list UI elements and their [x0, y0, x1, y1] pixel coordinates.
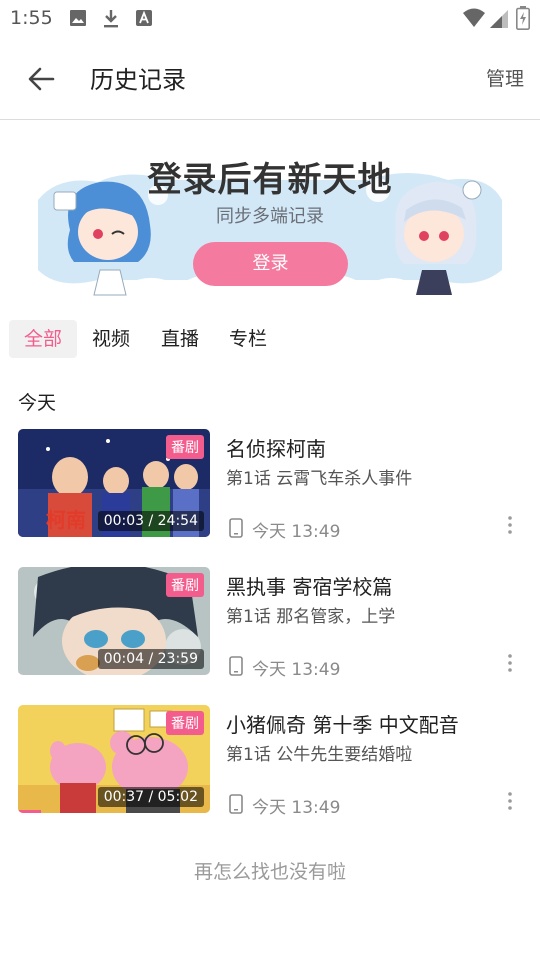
- badge-bangumi: 番剧: [166, 711, 204, 735]
- more-options-icon[interactable]: [500, 514, 520, 536]
- battery-icon: [516, 6, 530, 30]
- video-thumbnail[interactable]: 番剧 00:37 / 05:02: [18, 705, 210, 813]
- item-episode: 第1话 云霄飞车杀人事件: [226, 469, 413, 489]
- item-episode: 第1话 公牛先生要结婚啦: [226, 745, 413, 765]
- item-title[interactable]: 黑执事 寄宿学校篇: [226, 571, 392, 600]
- section-label-today: 今天: [18, 392, 57, 414]
- item-episode: 第1话 那名管家，上学: [226, 607, 396, 627]
- a-icon: [136, 10, 152, 26]
- watch-progress-bar: [18, 672, 19, 675]
- wifi-icon: [463, 8, 485, 27]
- item-title[interactable]: 小猪佩奇 第十季 中文配音: [226, 709, 459, 738]
- banner-subtitle: 同步多端记录: [216, 206, 324, 227]
- duration-label: 00:03 / 24:54: [97, 511, 204, 531]
- history-item[interactable]: 柯南 番剧 00:03 / 24:54 名侦探柯南 第1话 云霄飞车杀人事件 今…: [0, 429, 540, 542]
- watch-progress-bar: [18, 810, 42, 813]
- status-time: 1:55: [10, 7, 53, 29]
- svg-text:柯南: 柯南: [46, 508, 86, 532]
- phone-icon: [229, 656, 243, 676]
- login-button[interactable]: 登录: [193, 242, 348, 286]
- status-bar: 1:55: [0, 0, 540, 38]
- watch-time: 今天 13:49: [252, 798, 341, 818]
- phone-icon: [229, 794, 243, 814]
- tab-video[interactable]: 视频: [81, 320, 141, 358]
- banner-title: 登录后有新天地: [147, 160, 393, 200]
- more-options-icon[interactable]: [500, 652, 520, 674]
- tab-column[interactable]: 专栏: [218, 320, 278, 358]
- watch-time: 今天 13:49: [252, 660, 341, 680]
- image-icon: [70, 10, 86, 26]
- history-item[interactable]: 番剧 00:04 / 23:59 黑执事 寄宿学校篇 第1话 那名管家，上学 今…: [0, 567, 540, 680]
- more-options-icon[interactable]: [500, 790, 520, 812]
- phone-icon: [229, 518, 243, 538]
- login-banner[interactable]: 登录后有新天地 同步多端记录 登录: [38, 140, 502, 310]
- duration-label: 00:37 / 05:02: [97, 787, 204, 807]
- tab-live[interactable]: 直播: [150, 320, 210, 358]
- badge-bangumi: 番剧: [166, 573, 204, 597]
- back-arrow-icon[interactable]: [26, 64, 56, 94]
- video-thumbnail[interactable]: 柯南 番剧 00:03 / 24:54: [18, 429, 210, 537]
- tab-all[interactable]: 全部: [9, 320, 77, 358]
- badge-bangumi: 番剧: [166, 435, 204, 459]
- history-item[interactable]: 番剧 00:37 / 05:02 小猪佩奇 第十季 中文配音 第1话 公牛先生要…: [0, 705, 540, 818]
- app-header: 历史记录 管理: [0, 38, 540, 120]
- end-of-list-text: 再怎么找也没有啦: [193, 861, 346, 883]
- download-icon: [104, 10, 118, 28]
- video-thumbnail[interactable]: 番剧 00:04 / 23:59: [18, 567, 210, 675]
- manage-button[interactable]: 管理: [486, 64, 524, 91]
- duration-label: 00:04 / 23:59: [97, 649, 204, 669]
- cellular-icon: [490, 10, 508, 28]
- item-title[interactable]: 名侦探柯南: [226, 433, 326, 462]
- page-title: 历史记录: [90, 66, 186, 94]
- watch-time: 今天 13:49: [252, 522, 341, 542]
